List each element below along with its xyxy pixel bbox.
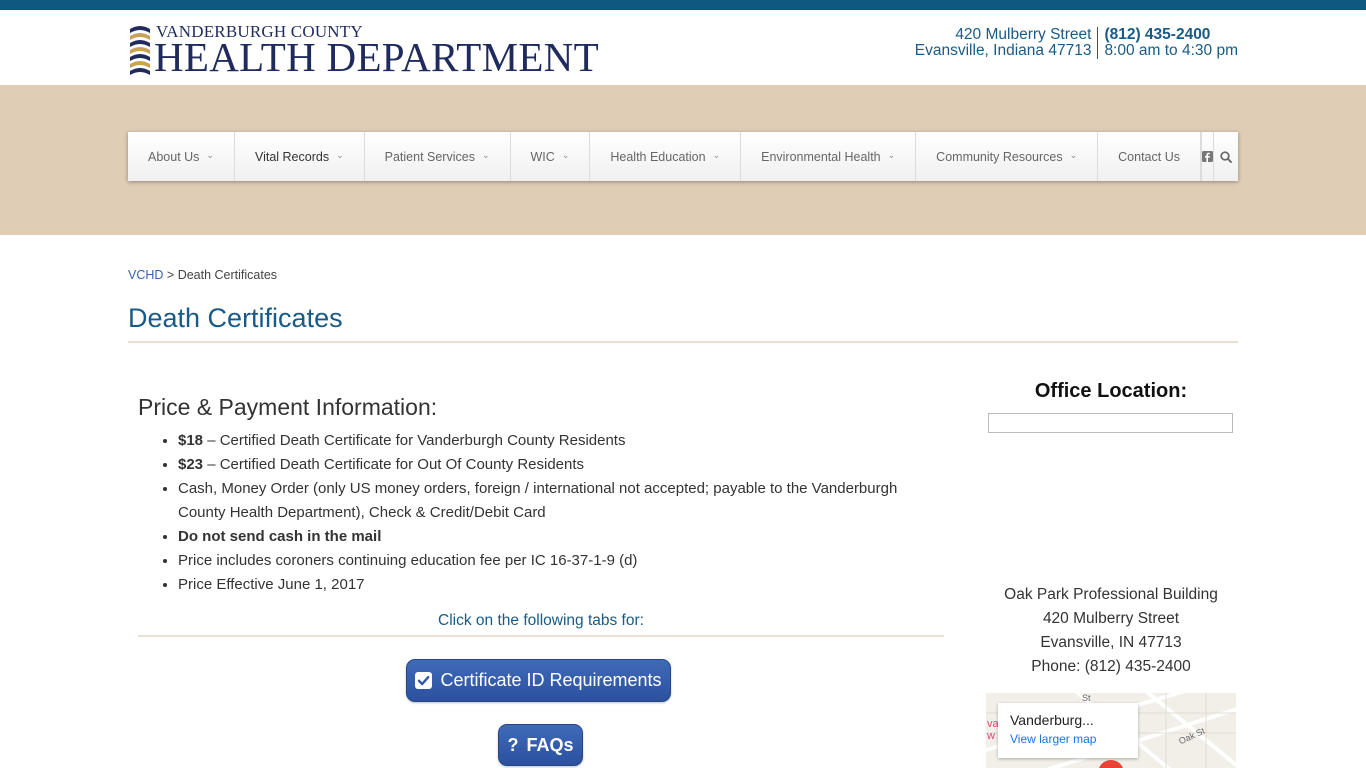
chevron-down-icon: ⌄	[561, 150, 570, 160]
main-nav: About Us ⌄ Vital Records ⌄ Patient Servi…	[128, 132, 1238, 181]
nav-item-contact-us[interactable]: Contact Us	[1098, 132, 1201, 181]
page-title: Death Certificates	[128, 303, 343, 333]
main-content: Price & Payment Information: $18 – Certi…	[138, 394, 944, 597]
list-item-bold: $18	[178, 432, 204, 449]
office-address: Oak Park Professional Building 420 Mulbe…	[984, 583, 1238, 679]
list-item-text: – Certified Death Certificate for Out Of…	[203, 456, 585, 473]
certificate-id-requirements-button[interactable]: Certificate ID Requirements	[406, 659, 671, 702]
nav-item-health-education[interactable]: Health Education ⌄	[590, 132, 742, 181]
faqs-label: FAQs	[526, 734, 574, 755]
list-item-text: Cash, Money Order (only US money orders,…	[178, 480, 898, 521]
map-place-name: Vanderburg...	[1010, 712, 1094, 728]
nav-item-about-us[interactable]: About Us ⌄	[128, 132, 235, 181]
nav-item-community-resources[interactable]: Community Resources ⌄	[916, 132, 1099, 181]
nav-item-label: Environmental Health	[761, 149, 881, 164]
site-header: VANDERBURGH COUNTY HEALTH DEPARTMENT 420…	[0, 10, 1366, 85]
office-photo-broken-image	[988, 413, 1233, 433]
list-item: Do not send cash in the mail	[178, 525, 944, 549]
search-icon	[1220, 150, 1232, 163]
site-logo[interactable]: VANDERBURGH COUNTY HEALTH DEPARTMENT	[128, 20, 628, 82]
map-marker-label: va w	[987, 718, 999, 742]
chevron-down-icon: ⌄	[206, 150, 214, 160]
chevron-down-icon: ⌄	[481, 150, 490, 160]
header-contact: 420 Mulberry Street Evansville, Indiana …	[915, 27, 1238, 59]
tabs-instruction: Click on the following tabs for:	[438, 612, 644, 629]
office-phone: Phone: (812) 435-2400	[1031, 658, 1191, 675]
list-item: $23 – Certified Death Certificate for Ou…	[178, 453, 944, 477]
price-info-list: $18 – Certified Death Certificate for Va…	[138, 429, 944, 597]
office-city: Evansville, IN 47713	[1040, 634, 1182, 651]
logo-department-text: HEALTH DEPARTMENT	[154, 34, 599, 80]
search-button[interactable]	[1214, 132, 1238, 181]
top-accent-bar	[0, 0, 1366, 10]
nav-item-label: Health Education	[610, 149, 706, 164]
nav-item-environmental-health[interactable]: Environmental Health ⌄	[741, 132, 917, 181]
nav-item-label: WIC	[530, 149, 555, 164]
breadcrumb-separator: >	[166, 268, 175, 282]
nav-item-wic[interactable]: WIC ⌄	[511, 132, 591, 181]
embedded-map[interactable]: va w St Oak St Vanderburg... View larger …	[986, 693, 1236, 768]
logo-wave-icon	[130, 26, 150, 75]
tabs-divider	[138, 635, 944, 637]
list-item-bold: $23	[178, 456, 204, 473]
list-item: Price Effective June 1, 2017	[178, 573, 944, 597]
list-item-text: Price Effective June 1, 2017	[178, 576, 365, 593]
office-building: Oak Park Professional Building	[1004, 586, 1218, 603]
header-address-city: Evansville, Indiana 47713	[914, 42, 1092, 59]
office-location-heading: Office Location:	[1034, 380, 1188, 402]
nav-item-vital-records[interactable]: Vital Records ⌄	[235, 132, 365, 181]
breadcrumb-current: Death Certificates	[177, 268, 278, 282]
chevron-down-icon: ⌄	[887, 150, 896, 160]
checkbox-icon	[415, 672, 433, 689]
sidebar: Office Location: Oak Park Professional B…	[984, 380, 1238, 768]
list-item-bold: Do not send cash in the mail	[178, 528, 382, 545]
header-hours: 8:00 am to 4:30 pm	[1104, 42, 1238, 59]
nav-item-label: Patient Services	[384, 149, 475, 164]
facebook-link[interactable]	[1202, 132, 1214, 181]
list-item: Cash, Money Order (only US money orders,…	[178, 477, 944, 525]
header-address-street: 420 Mulberry Street	[955, 26, 1092, 43]
nav-item-label: Vital Records	[254, 149, 330, 164]
chevron-down-icon: ⌄	[1069, 150, 1078, 160]
facebook-icon	[1202, 151, 1213, 162]
office-street: 420 Mulberry Street	[1042, 610, 1180, 627]
header-address: 420 Mulberry Street Evansville, Indiana …	[915, 27, 1099, 59]
header-phone-hours: (812) 435-2400 8:00 am to 4:30 pm	[1098, 27, 1238, 59]
nav-item-label: Contact Us	[1118, 149, 1180, 164]
question-mark-icon: ?	[507, 734, 519, 755]
list-item: $18 – Certified Death Certificate for Va…	[178, 429, 944, 453]
chevron-down-icon: ⌄	[336, 150, 344, 160]
map-street-label: St	[1082, 693, 1091, 703]
certificate-id-requirements-label: Certificate ID Requirements	[440, 670, 662, 690]
chevron-down-icon: ⌄	[712, 150, 721, 160]
title-divider	[128, 341, 1238, 343]
nav-item-patient-services[interactable]: Patient Services ⌄	[365, 132, 511, 181]
price-payment-heading: Price & Payment Information:	[138, 394, 438, 420]
map-info-card: Vanderburg... View larger map	[998, 703, 1138, 758]
faqs-button[interactable]: ? FAQs	[498, 724, 583, 766]
header-phone[interactable]: (812) 435-2400	[1104, 27, 1238, 43]
nav-item-label: Community Resources	[936, 149, 1063, 164]
view-larger-map-link[interactable]: View larger map	[1010, 732, 1126, 746]
nav-item-label: About Us	[148, 149, 200, 164]
breadcrumb: VCHD > Death Certificates	[128, 268, 277, 282]
list-item-text: – Certified Death Certificate for Vander…	[203, 432, 626, 449]
list-item-text: Price includes coroners continuing educa…	[178, 552, 638, 569]
breadcrumb-home-link[interactable]: VCHD	[128, 268, 163, 282]
list-item: Price includes coroners continuing educa…	[178, 549, 944, 573]
